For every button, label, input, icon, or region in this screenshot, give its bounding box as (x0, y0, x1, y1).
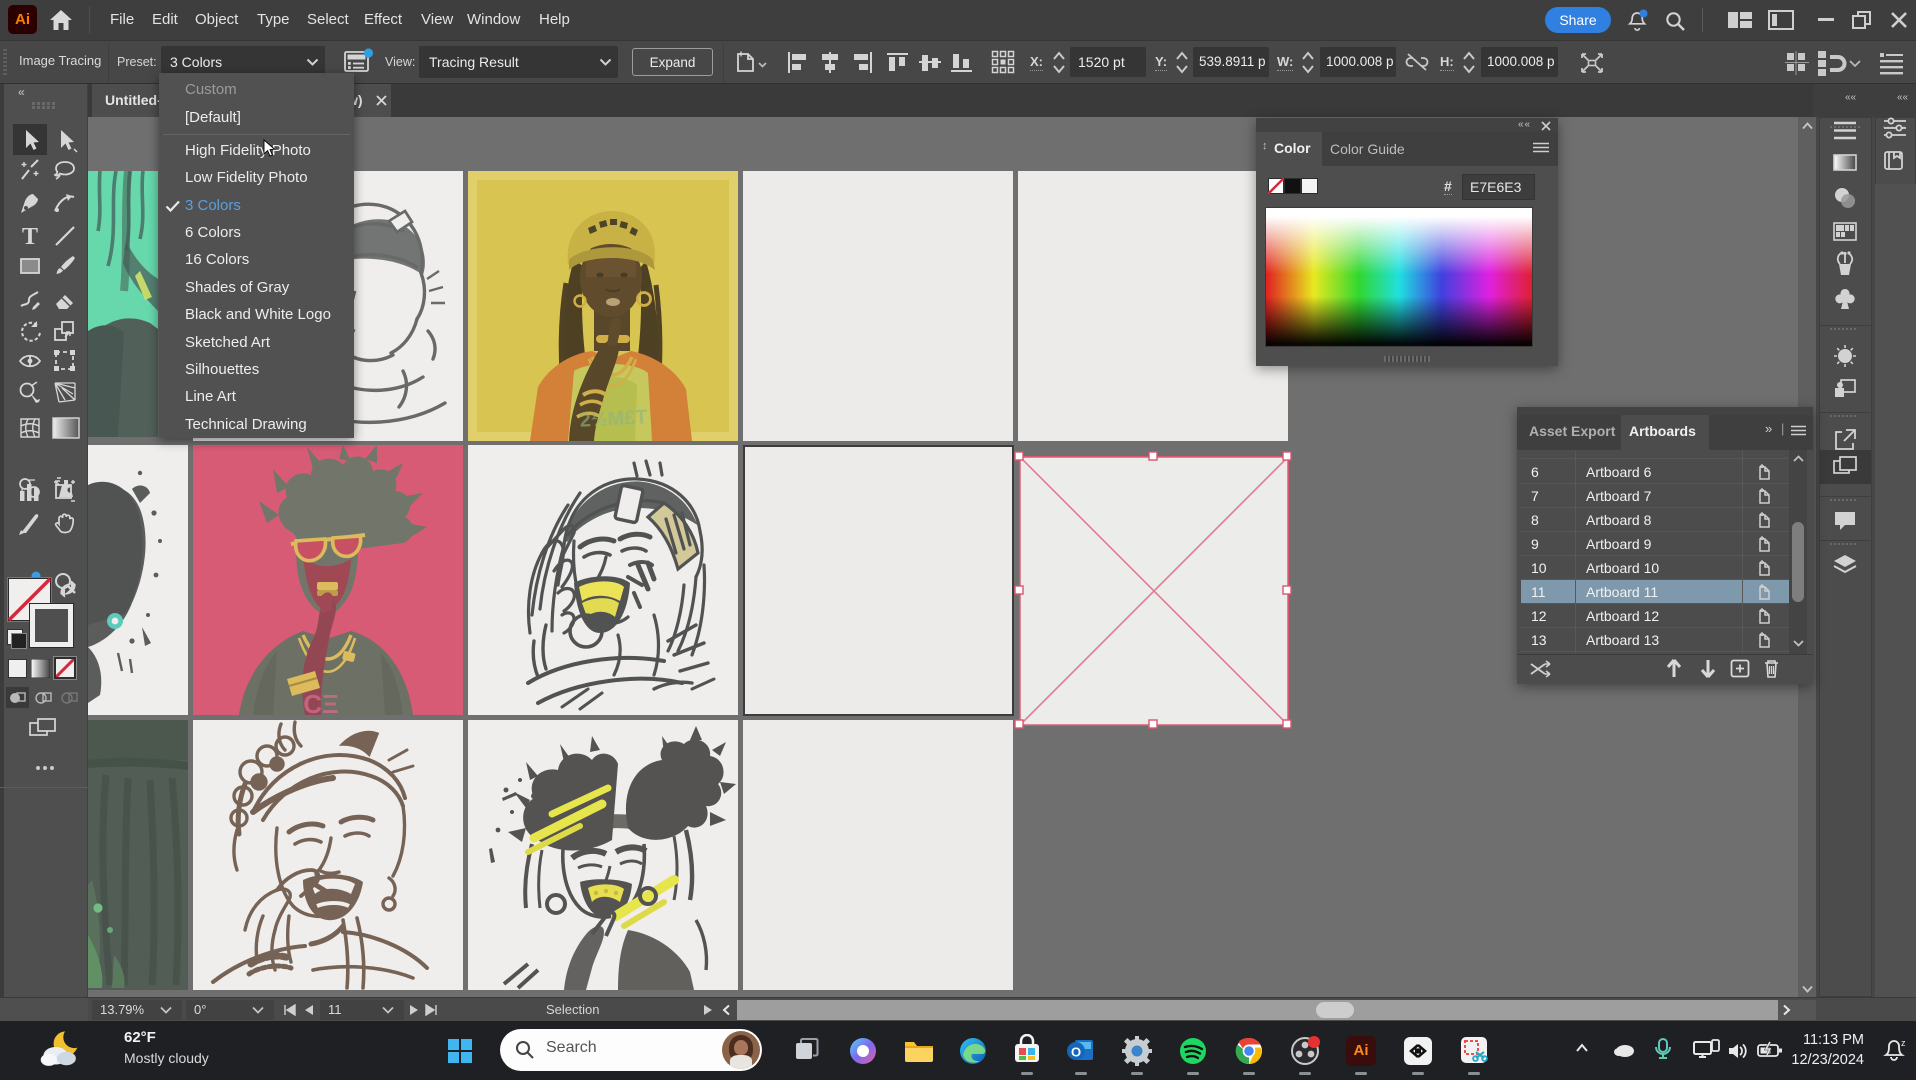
svg-text:z: z (1901, 1038, 1906, 1048)
svg-text:O: O (1071, 1045, 1081, 1060)
svg-text:T: T (22, 224, 38, 249)
